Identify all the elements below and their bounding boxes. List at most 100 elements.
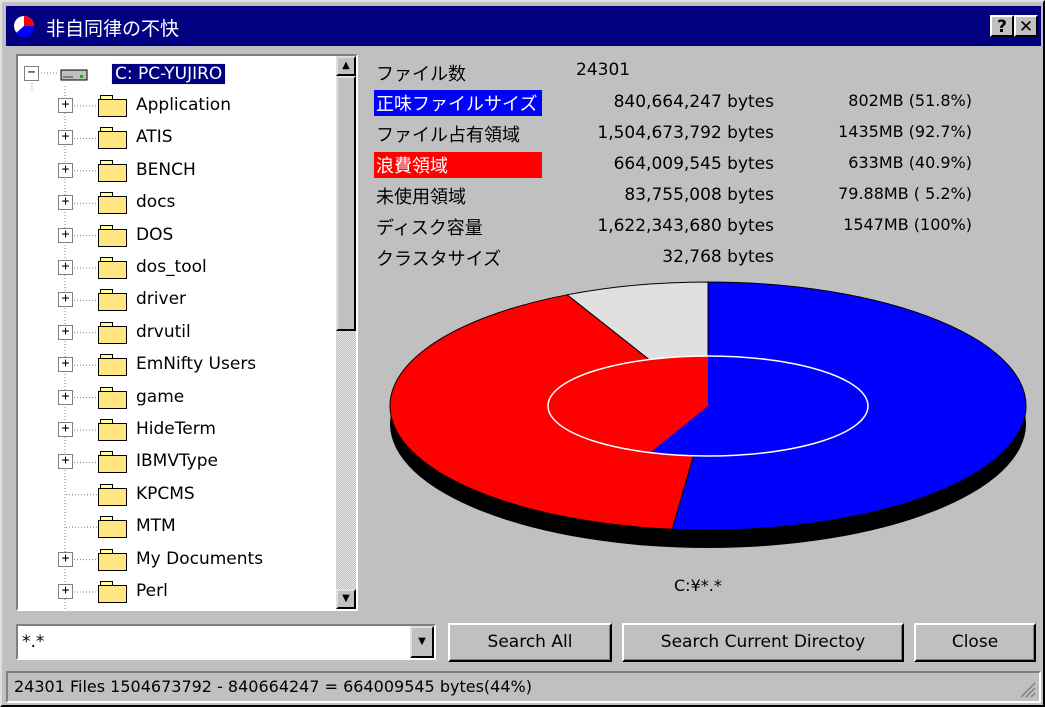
stat-row-file-count: ファイル数 24301 [374,60,1034,86]
stat-megabytes: 79.88MB ( 5.2%) [838,184,972,203]
expand-icon[interactable]: + [58,260,73,275]
main-window: 非自同律の不快 ? ✕ − C: PC-YUJIRO + Application +… [0,0,1045,707]
file-pattern-input[interactable] [18,626,410,658]
tree-item[interactable]: + game [18,384,336,412]
stat-row: 浪費領域 664,009,545 bytes 633MB (40.9%) [374,152,1034,178]
tree-item-label: My Documents [136,548,264,569]
folder-icon [98,289,128,312]
expand-icon[interactable]: + [58,98,73,113]
stat-megabytes: 1435MB (92.7%) [838,122,972,141]
tree-item[interactable]: + EmNifty Users [18,351,336,379]
chevron-down-icon: ▼ [418,636,426,647]
expand-icon[interactable]: + [58,324,73,340]
folder-icon [98,548,128,571]
status-bar: 24301 Files 1504673792 - 840664247 = 664… [6,671,1041,703]
help-button[interactable]: ? [990,15,1014,37]
tree-item[interactable]: MTM [18,513,336,541]
folder-icon [98,483,128,506]
tree-item[interactable]: + BENCH [18,157,336,185]
expand-icon[interactable]: + [58,227,73,243]
tree-item-label: IBMVType [136,451,219,472]
collapse-icon[interactable]: − [24,66,39,81]
search-all-button[interactable]: Search All [448,623,612,662]
expand-icon[interactable]: + [58,357,73,373]
arrow-up-icon: ▲ [342,60,350,71]
tree-item-label: BENCH [136,159,196,180]
stat-row: ファイル占有領域 1,504,673,792 bytes 1435MB (92.7%… [374,121,1034,147]
tree-item-label: EmNifty Users [136,354,257,375]
close-window-button[interactable]: ✕ [1014,15,1038,37]
window-title: 非自同律の不快 [46,18,180,40]
drive-icon [60,69,88,81]
arrow-down-icon: ▼ [342,593,350,604]
expand-icon[interactable]: + [58,162,73,178]
tree-item-label: game [136,386,185,407]
tree-item-label: DOS [136,224,174,245]
tree-item[interactable]: + dos_tool [18,254,336,282]
tree-item[interactable]: + Perl [18,578,336,606]
folder-icon [98,127,128,150]
folder-icon [98,451,128,474]
tree-item-label: HideTerm [136,419,216,439]
tree-item-label: driver [136,289,187,310]
folder-icon [98,321,128,344]
folder-icon [98,386,128,409]
tree-item[interactable]: + drvutil [18,319,336,347]
stat-bytes: 664,009,545 bytes [613,154,774,174]
pattern-dropdown-button[interactable]: ▼ [410,626,434,658]
folder-icon [98,419,128,441]
drive-label[interactable]: C: PC-YUJIRO [110,63,227,85]
folder-icon [98,354,128,377]
file-pattern-combo[interactable]: ▼ [16,624,436,660]
expand-icon[interactable]: + [58,422,73,437]
tree-item[interactable]: + driver [18,286,336,314]
folder-icon [98,516,128,539]
tree-item[interactable]: + docs [18,189,336,217]
expand-icon[interactable]: + [58,389,73,405]
tree-item[interactable]: + DOS [18,222,336,250]
title-bar[interactable]: 非自同律の不快 ? ✕ [6,6,1041,46]
expand-icon[interactable]: + [58,454,73,470]
tree-item[interactable]: KPCMS [18,481,336,509]
folder-icon [98,257,128,279]
tree-item-label: MTM [136,516,176,537]
stat-bytes: 32,768 bytes [662,247,774,267]
file-count-label: ファイル数 [376,64,466,85]
folder-icon [98,581,128,603]
tree-item-label: drvutil [136,321,191,342]
expand-icon[interactable]: + [58,130,73,146]
stat-label: 未使用領域 [376,187,466,208]
tree-root-drive[interactable]: − C: PC-YUJIRO [18,60,336,88]
tree-item-label: Application [136,95,231,115]
scroll-thumb[interactable] [336,76,356,331]
expand-icon[interactable]: + [58,551,73,567]
stat-megabytes: 633MB (40.9%) [848,153,972,172]
resize-grip-icon[interactable] [1018,680,1036,698]
tree-item[interactable]: + Application [18,92,336,120]
stat-row: クラスタサイズ 32,768 bytes [374,245,1034,271]
stat-bytes: 1,622,343,680 bytes [597,216,774,236]
tree-item[interactable]: + IBMVType [18,448,336,476]
stat-row: 正味ファイルサイズ 840,664,247 bytes 802MB (51.8%) [374,90,1034,116]
stat-label: クラスタサイズ [376,249,502,270]
tree-item[interactable]: + ATIS [18,124,336,152]
tree-scrollbar[interactable]: ▲ ▼ [336,56,356,609]
directory-tree[interactable]: − C: PC-YUJIRO + Application + ATIS + BENCH + d… [16,54,358,611]
expand-icon[interactable]: + [58,584,73,599]
tree-item[interactable]: + My Documents [18,546,336,574]
disk-usage-pie-chart [389,281,1027,548]
expand-icon[interactable]: + [58,195,73,211]
close-button[interactable]: Close [914,623,1036,662]
expand-icon[interactable]: + [58,292,73,308]
tree-item-label: docs [136,192,176,213]
search-current-directory-button[interactable]: Search Current Directoy [622,623,904,662]
stat-label: ファイル占有領域 [376,125,520,146]
stat-bytes: 83,755,008 bytes [624,185,774,205]
scroll-up-button[interactable]: ▲ [336,56,356,76]
tree-item-label: KPCMS [136,483,195,504]
scroll-down-button[interactable]: ▼ [336,589,356,609]
folder-icon [98,192,128,215]
stat-row: ディスク容量 1,622,343,680 bytes 1547MB (100%) [374,214,1034,240]
tree-item[interactable]: + HideTerm [18,416,336,444]
tree-item-label: ATIS [136,127,173,148]
